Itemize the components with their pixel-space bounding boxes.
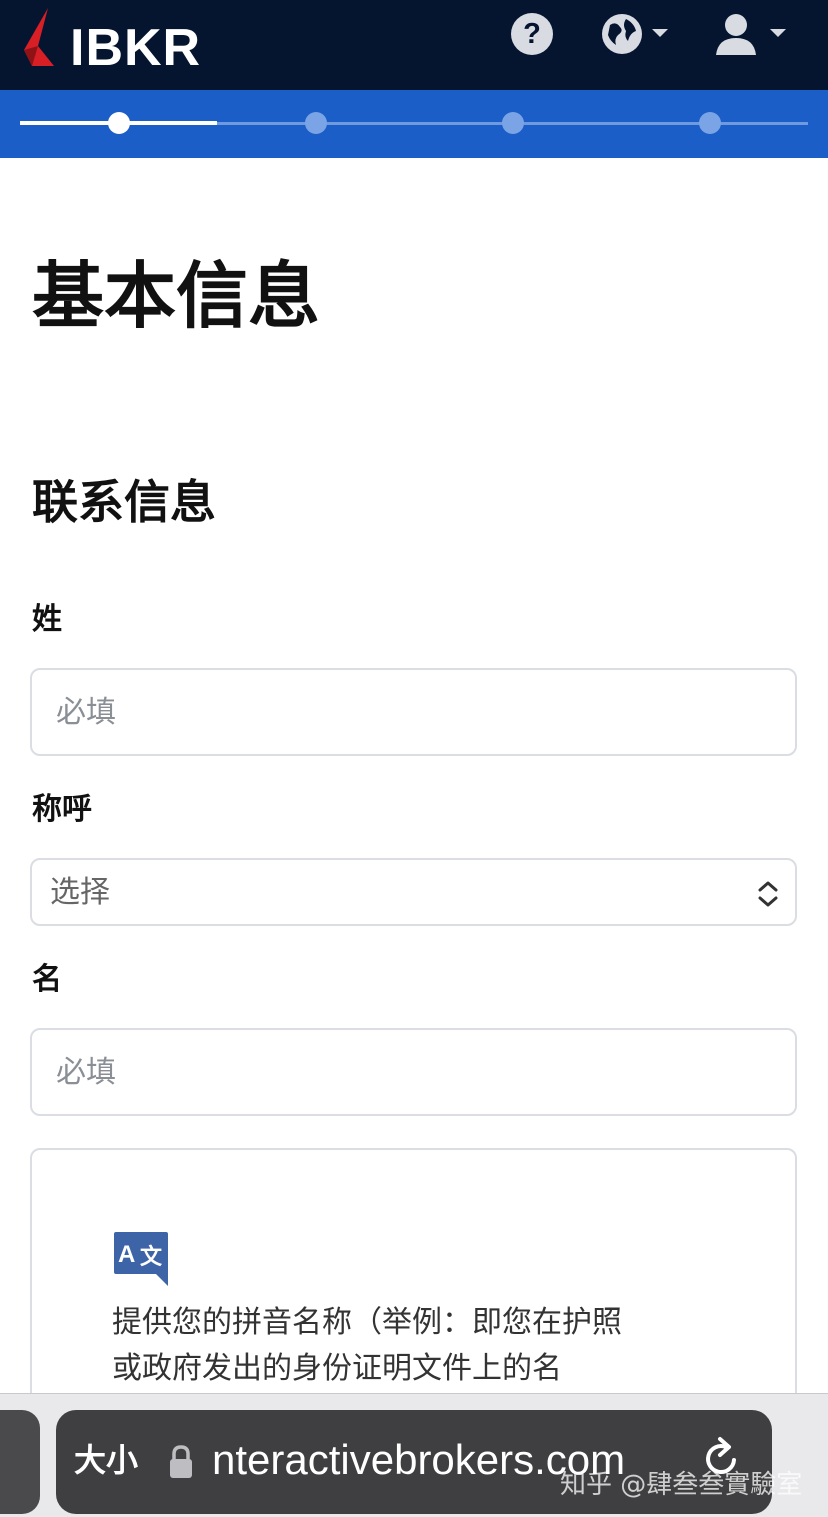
progress-stepper: [0, 90, 828, 158]
svg-text:A: A: [118, 1241, 135, 1268]
info-text-line-2: 或政府发出的身份证明文件上的名: [112, 1351, 562, 1386]
chevron-down-icon: [652, 29, 668, 37]
given-name-input[interactable]: [30, 1028, 797, 1116]
pinyin-info-text: 提供您的拼音名称（举例：即您在护照 或政府发出的身份证明文件上的名: [112, 1300, 672, 1392]
step-1-current: [108, 112, 130, 134]
help-icon[interactable]: ?: [511, 13, 553, 55]
given-name-label: 名: [32, 962, 62, 997]
surname-label: 姓: [32, 602, 62, 637]
salutation-selected-value: 选择: [50, 875, 110, 910]
translate-icon: A 文: [114, 1232, 168, 1286]
watermark: 知乎 @肆叁叁實驗室: [560, 1470, 803, 1500]
language-menu-button[interactable]: [600, 11, 672, 57]
brand-name[interactable]: IBKR: [70, 20, 201, 76]
salutation-select[interactable]: 选择: [30, 858, 797, 926]
info-text-line-1: 提供您的拼音名称（举例：即您在护照: [112, 1305, 622, 1340]
lock-icon: [170, 1445, 192, 1478]
top-nav-bar: IBKR ?: [0, 0, 828, 90]
globe-icon: [602, 14, 668, 54]
salutation-label: 称呼: [32, 792, 92, 827]
svg-text:文: 文: [140, 1244, 163, 1270]
step-4: [699, 112, 721, 134]
text-size-button[interactable]: 大小: [74, 1440, 138, 1480]
account-menu-button[interactable]: [712, 11, 792, 59]
section-title-contact: 联系信息: [32, 475, 216, 529]
step-2: [305, 112, 327, 134]
chevron-down-icon: [770, 29, 786, 37]
page-title: 基本信息: [32, 254, 321, 338]
surname-input[interactable]: [30, 668, 797, 756]
previous-tab-handle[interactable]: [0, 1410, 40, 1514]
step-3: [502, 112, 524, 134]
ibkr-logo-icon[interactable]: [18, 6, 58, 72]
user-icon: [716, 14, 786, 55]
select-chevrons-icon: [758, 881, 778, 907]
